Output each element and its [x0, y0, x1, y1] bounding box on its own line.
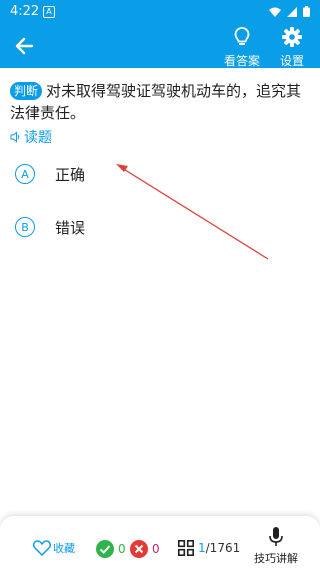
question-type-badge: 判断	[10, 82, 43, 100]
grid-icon	[178, 540, 194, 556]
wrong-count: 0	[130, 540, 160, 558]
lightbulb-icon	[234, 27, 250, 45]
notification-icon: A	[43, 6, 55, 18]
wifi-icon	[269, 7, 281, 17]
option-b[interactable]: B 错误	[15, 212, 305, 242]
read-question-label: 读题	[24, 130, 52, 146]
gear-icon	[282, 27, 302, 47]
view-answer-label: 看答案	[223, 54, 260, 68]
question-text: 对未取得驾驶证驾驶机动车的，追究其法律责任。	[10, 82, 302, 122]
wrong-count-value: 0	[152, 542, 160, 556]
status-bar: 4:22 A	[0, 0, 320, 24]
option-b-letter: B	[15, 217, 35, 237]
app-bar: 看答案 设置	[0, 24, 320, 68]
favorite-label: 收藏	[53, 542, 75, 555]
heart-icon	[33, 540, 51, 556]
bottom-bar: 收藏 0 0 1/1761 技巧讲解	[0, 516, 320, 568]
correct-count: 0	[96, 540, 126, 558]
tips-explanation-button[interactable]: 技巧讲解	[253, 526, 299, 566]
option-a-text: 正确	[55, 165, 86, 184]
settings-button[interactable]: 设置	[272, 26, 312, 69]
view-answer-button[interactable]: 看答案	[220, 26, 264, 69]
tips-explanation-label: 技巧讲解	[254, 552, 298, 565]
option-b-text: 错误	[55, 218, 86, 237]
question-stem: 判断 对未取得驾驶证驾驶机动车的，追究其法律责任。	[10, 80, 312, 124]
check-circle-icon	[96, 540, 114, 558]
microphone-icon	[269, 527, 283, 546]
status-time: 4:22	[10, 4, 40, 19]
battery-icon	[303, 6, 310, 17]
arrow-left-icon	[15, 37, 34, 55]
favorite-button[interactable]: 收藏	[33, 540, 75, 556]
speaker-icon	[10, 131, 20, 143]
total-questions: /1761	[205, 541, 241, 555]
cross-circle-icon	[130, 540, 148, 558]
settings-label: 设置	[279, 54, 304, 68]
option-a-letter: A	[15, 164, 35, 184]
current-question-index: 1	[198, 541, 206, 555]
status-indicators	[269, 6, 310, 17]
correct-count-value: 0	[118, 542, 126, 556]
back-button[interactable]	[12, 34, 38, 58]
read-question-button[interactable]: 读题	[10, 127, 52, 147]
option-a[interactable]: A 正确	[15, 159, 305, 189]
signal-icon	[287, 6, 297, 17]
question-progress-button[interactable]: 1/1761	[178, 540, 240, 556]
